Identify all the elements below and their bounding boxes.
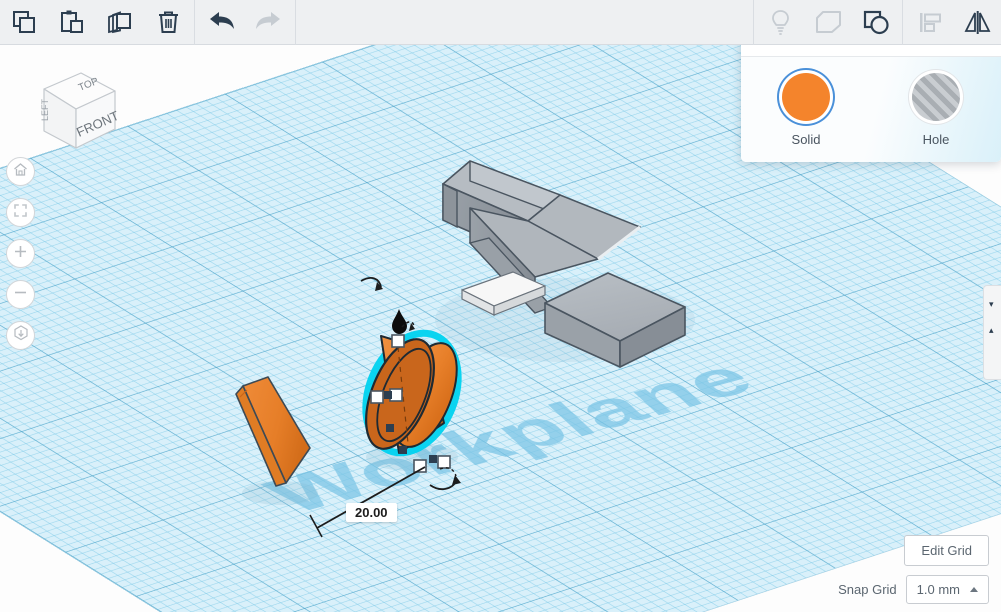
copy-icon <box>11 9 38 36</box>
align-button[interactable] <box>905 0 953 45</box>
cube-arrow-icon <box>12 324 30 347</box>
hole-swatch-label: Hole <box>922 132 950 147</box>
solid-swatch-label: Solid <box>791 132 821 147</box>
redo-arrow-icon <box>252 8 286 36</box>
view-cube-left-label: LEFT <box>40 98 50 121</box>
toolbar-separator <box>902 0 903 45</box>
redo-button[interactable] <box>245 0 293 45</box>
solid-swatch[interactable]: Solid <box>782 73 830 147</box>
light-button[interactable] <box>756 0 804 45</box>
snap-grid-label: Snap Grid <box>838 582 897 597</box>
solid-swatch-dot <box>782 73 830 121</box>
snap-grid-select[interactable]: 1.0 mm <box>905 575 989 604</box>
mirror-icon <box>963 9 992 36</box>
workplane-icon <box>814 9 843 36</box>
toolbar-separator <box>753 0 754 45</box>
projection-button[interactable] <box>6 321 35 350</box>
dimension-value-label[interactable]: 20.00 <box>346 503 397 522</box>
fit-brackets-icon <box>12 202 29 224</box>
zoom-in-button[interactable] <box>6 239 35 268</box>
toolbar-arrange-group <box>905 0 1001 45</box>
duplicate-button[interactable] <box>96 0 144 45</box>
shapes-library-flyout[interactable]: ▾ ▴ <box>983 285 1001 380</box>
flyout-marker-two: ▴ <box>989 325 994 335</box>
undo-arrow-icon <box>204 8 238 36</box>
paste-button[interactable] <box>48 0 96 45</box>
top-toolbar <box>0 0 1001 45</box>
toolbar-tools-group <box>756 0 900 45</box>
group-shapes-icon <box>862 9 891 36</box>
toolbar-separator <box>194 0 195 45</box>
group-button[interactable] <box>852 0 900 45</box>
home-view-button[interactable] <box>6 157 35 186</box>
snap-grid-row: Snap Grid 1.0 mm <box>838 575 989 604</box>
trash-icon <box>155 9 182 36</box>
paste-icon <box>59 9 86 36</box>
zoom-out-button[interactable] <box>6 280 35 309</box>
delete-button[interactable] <box>144 0 192 45</box>
cad-editor-window: Workplane 20.00 TOP LEFT FRONT ▾ ▴ Edit … <box>0 0 1001 612</box>
align-icon <box>916 9 943 36</box>
flyout-marker-one: ▾ <box>989 299 994 309</box>
copy-button[interactable] <box>0 0 48 45</box>
hole-swatch-dot <box>912 73 960 121</box>
home-icon <box>12 161 29 183</box>
chevron-up-icon <box>970 587 978 592</box>
minus-icon <box>12 284 29 306</box>
hole-swatch[interactable]: Hole <box>912 73 960 147</box>
shape-type-swatches: Solid Hole <box>741 57 1001 162</box>
lightbulb-icon <box>767 8 794 37</box>
duplicate-icon <box>107 9 134 36</box>
toolbar-edit-group <box>0 0 192 45</box>
grid-controls: Edit Grid Snap Grid 1.0 mm <box>838 535 989 604</box>
mirror-button[interactable] <box>953 0 1001 45</box>
toolbar-separator <box>295 0 296 45</box>
view-cube[interactable]: TOP LEFT FRONT <box>14 63 122 165</box>
edit-grid-button[interactable]: Edit Grid <box>904 535 989 566</box>
toolbar-history-group <box>197 0 293 45</box>
fit-view-button[interactable] <box>6 198 35 227</box>
snap-grid-value: 1.0 mm <box>916 582 960 597</box>
undo-button[interactable] <box>197 0 245 45</box>
viewport-nav-buttons <box>6 157 36 350</box>
plus-icon <box>12 243 29 265</box>
workplane-button[interactable] <box>804 0 852 45</box>
